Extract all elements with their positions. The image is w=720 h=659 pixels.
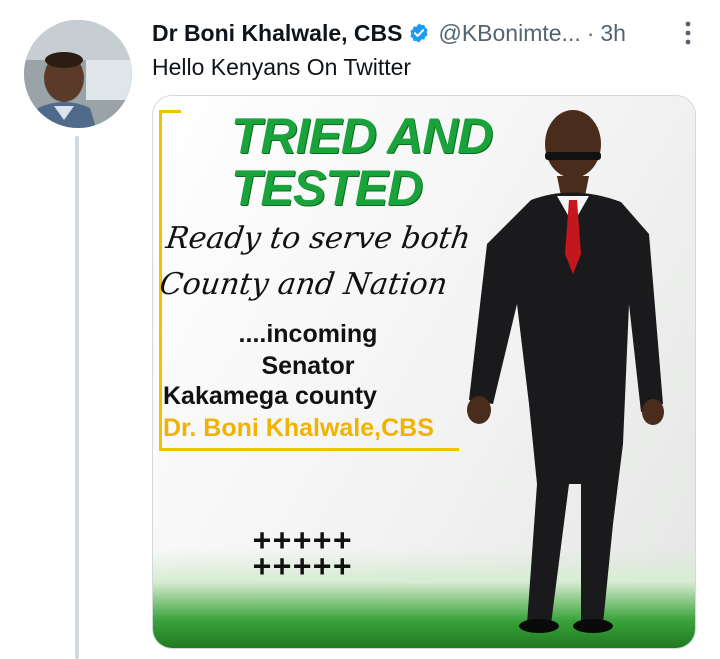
tweet-header: Dr Boni Khalwale, CBS @KBonimte... · 3h	[152, 18, 700, 48]
poster-cross-marks: +++++ +++++	[253, 526, 354, 584]
author-name[interactable]: Dr Boni Khalwale, CBS	[152, 20, 402, 47]
poster-script-line2: County and Nation	[157, 267, 450, 302]
tweet-text: Hello Kenyans On Twitter	[152, 54, 412, 80]
avatar-photo	[24, 20, 132, 128]
poster-script-text: Ready to serve both County and Nation	[157, 216, 474, 308]
tweet-timestamp[interactable]: 3h	[600, 20, 626, 47]
poster-incoming: ....incoming Senator	[213, 318, 403, 382]
author-handle[interactable]: @KBonimte...	[438, 20, 580, 47]
more-options-icon[interactable]	[676, 18, 700, 48]
poster-frame-line	[159, 110, 181, 113]
poster-cross-row: +++++	[253, 549, 354, 584]
poster-incoming-line1: ....incoming	[238, 320, 378, 348]
poster-script-line1: Ready to serve both	[163, 221, 473, 256]
poster-candidate-name: Dr. Boni Khalwale,CBS	[163, 414, 434, 442]
poster-candidate-photo	[467, 110, 664, 633]
verified-badge-icon	[408, 22, 430, 44]
thread-connector-line	[75, 136, 79, 659]
tweet-media-image[interactable]: TRIED AND TESTED Ready to serve both Cou…	[152, 95, 696, 649]
poster-incoming-line2: Senator	[261, 352, 355, 380]
author-avatar[interactable]	[24, 20, 132, 128]
header-separator: ·	[586, 19, 595, 46]
poster-county: Kakamega county	[163, 382, 377, 410]
poster-frame-line	[159, 448, 459, 451]
